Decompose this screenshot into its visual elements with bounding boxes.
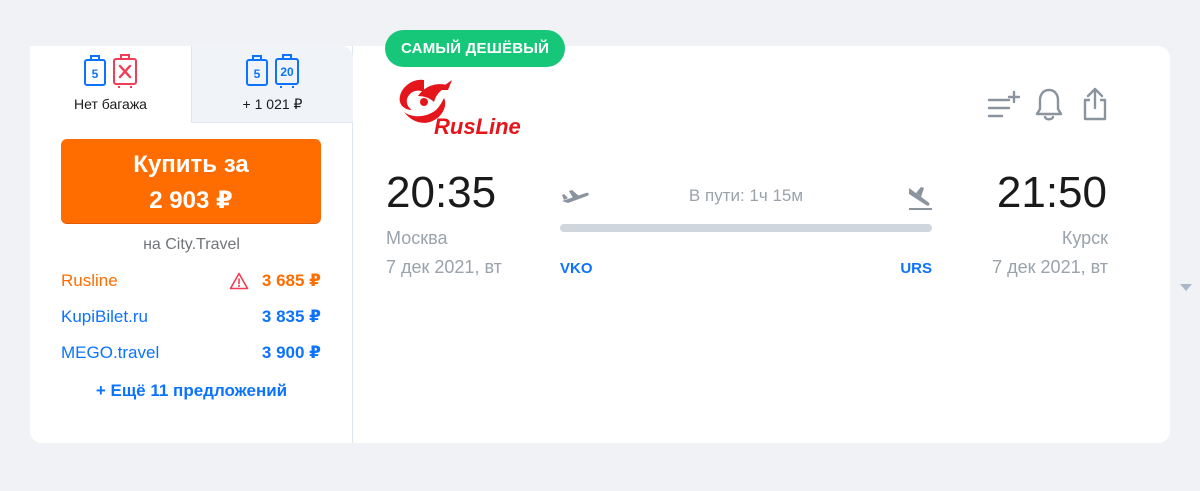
share-icon[interactable] bbox=[1080, 86, 1110, 122]
offer-price[interactable]: 3 835 ₽ bbox=[262, 307, 321, 327]
buy-button-price: 2 903 ₽ bbox=[149, 187, 233, 214]
tab-with-baggage-label: + 1 021 ₽ bbox=[242, 96, 303, 112]
flight-route-bar bbox=[560, 224, 932, 232]
airline-name: RusLine bbox=[434, 114, 521, 139]
offer-row[interactable]: MEGO.travel 3 900 ₽ bbox=[61, 343, 321, 367]
more-offers-link[interactable]: + Ещё 11 предложений bbox=[30, 381, 353, 401]
baggage-tabs: 5 Нет багажа 5 20 + 1 021 ₽ bbox=[30, 46, 353, 123]
hand-luggage-icon: 5 bbox=[246, 55, 268, 86]
offer-price[interactable]: 3 900 ₽ bbox=[262, 343, 321, 363]
buy-button[interactable]: Купить за 2 903 ₽ bbox=[61, 139, 321, 223]
price-panel: 5 Нет багажа 5 20 + 1 021 ₽ Купить за 2 … bbox=[30, 46, 353, 443]
svg-text:5: 5 bbox=[254, 67, 261, 81]
hand-luggage-icon: 5 bbox=[84, 55, 106, 86]
tab-no-baggage[interactable]: 5 Нет багажа bbox=[30, 46, 191, 123]
offer-row[interactable]: KupiBilet.ru 3 835 ₽ bbox=[61, 307, 321, 331]
flight-ticket-card: 5 Нет багажа 5 20 + 1 021 ₽ Купить за 2 … bbox=[30, 30, 1192, 443]
offer-agency[interactable]: MEGO.travel bbox=[61, 343, 159, 363]
offer-agency[interactable]: Rusline bbox=[61, 271, 118, 291]
svg-text:5: 5 bbox=[92, 67, 99, 81]
departure-time: 20:35 bbox=[386, 168, 497, 217]
tab-with-baggage[interactable]: 5 20 + 1 021 ₽ bbox=[191, 46, 353, 123]
departure-airport-code[interactable]: VKO bbox=[560, 260, 593, 277]
arrival-time: 21:50 bbox=[996, 168, 1107, 217]
departure-date: 7 дек 2021, вт bbox=[386, 257, 502, 277]
seller-name: на City.Travel bbox=[143, 236, 240, 253]
flight-duration: В пути: 1ч 15м bbox=[688, 186, 804, 205]
chevron-down-icon[interactable] bbox=[1176, 280, 1196, 294]
list-plus-icon[interactable] bbox=[986, 86, 1022, 122]
arrival-date: 7 дек 2021, вт bbox=[992, 257, 1108, 277]
cheapest-badge: САМЫЙ ДЕШЁВЫЙ bbox=[385, 30, 566, 67]
landing-icon bbox=[909, 187, 932, 210]
arrival-city: Курск bbox=[1061, 228, 1108, 248]
svg-text:20: 20 bbox=[280, 65, 294, 79]
no-baggage-icon bbox=[113, 54, 137, 88]
tab-no-baggage-label: Нет багажа bbox=[74, 96, 147, 112]
buy-button-label: Купить за bbox=[133, 151, 249, 178]
offer-row[interactable]: Rusline 3 685 ₽ bbox=[61, 271, 321, 295]
airline-logo: RusLine bbox=[399, 79, 521, 139]
offer-agency[interactable]: KupiBilet.ru bbox=[61, 307, 148, 327]
offer-price[interactable]: 3 685 ₽ bbox=[262, 271, 321, 291]
warning-icon[interactable] bbox=[229, 272, 249, 290]
takeoff-icon bbox=[562, 190, 589, 203]
bell-icon[interactable] bbox=[1034, 86, 1064, 122]
checked-baggage-icon: 20 bbox=[275, 54, 299, 88]
departure-city: Москва bbox=[386, 228, 448, 248]
